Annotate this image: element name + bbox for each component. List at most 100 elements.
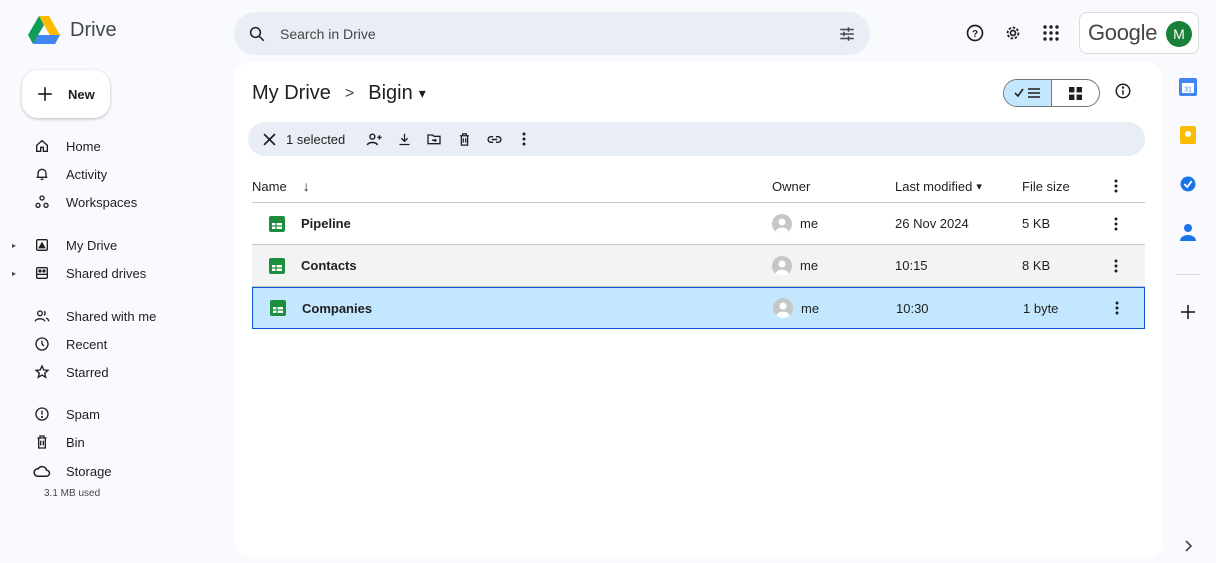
sidebar-item-label: Shared drives [66,265,147,281]
caret-right-icon[interactable]: ▸ [8,241,20,250]
close-icon[interactable] [258,132,280,146]
owner-avatar-icon [772,255,792,276]
column-header-owner[interactable]: Owner [772,179,810,194]
svg-text:?: ? [972,29,978,40]
help-icon[interactable]: ? [961,19,989,47]
apps-grid-icon[interactable] [1037,19,1065,47]
share-add-person-icon[interactable] [359,127,389,151]
sidebar-item-shared-with-me[interactable]: Shared with me [8,302,220,330]
file-name: Contacts [301,258,357,273]
info-icon[interactable] [1114,82,1132,100]
star-icon [32,362,52,382]
sort-arrow-icon[interactable]: ↓ [303,178,310,194]
svg-text:31: 31 [1184,87,1192,94]
more-vert-icon[interactable] [1114,217,1118,231]
sidebar-item-shared-drives[interactable]: ▸ Shared drives [8,259,220,287]
sidebar-item-label: Workspaces [66,194,138,210]
more-vert-icon[interactable] [1114,179,1118,193]
search-options-icon[interactable] [838,25,856,43]
move-to-folder-icon[interactable] [419,127,449,151]
sidebar-item-recent[interactable]: Recent [8,330,220,358]
my-drive-icon [32,235,52,255]
contacts-icon[interactable] [1178,222,1198,242]
cloud-icon [32,461,52,481]
download-icon[interactable] [389,127,419,151]
keep-icon[interactable] [1178,125,1198,145]
search-icon[interactable] [248,25,266,43]
owner-name: me [800,216,819,231]
trash-icon [32,432,52,452]
file-size: 1 byte [1023,300,1059,316]
caret-right-icon[interactable]: ▸ [8,269,20,278]
sidebar-item-home[interactable]: Home [8,132,220,160]
table-header: Name ↓ Owner Last modified ▾ File size [252,170,1145,203]
selection-toolbar: 1 selected [248,122,1145,156]
view-toggle[interactable] [1003,79,1100,107]
google-wordmark: Google [1088,20,1158,45]
table-row[interactable]: Companies me 10:30 1 byte [252,287,1145,329]
owner-avatar-icon [772,213,792,234]
file-size: 5 KB [1022,216,1051,231]
search-input[interactable]: Search in Drive [280,26,838,42]
breadcrumb-separator: > [344,84,355,102]
sidebar-item-label: Bin [66,434,85,450]
sidebar-item-storage[interactable]: Storage [8,457,220,485]
grid-view-icon [1069,86,1082,100]
new-button[interactable]: New [22,70,110,118]
breadcrumb-root[interactable]: My Drive [252,82,331,105]
sheets-file-icon [270,300,286,316]
account-switcher[interactable]: Google M [1079,12,1199,54]
table-row[interactable]: Contacts me 10:15 8 KB [252,245,1145,287]
selection-count: 1 selected [286,131,346,147]
column-header-name[interactable]: Name [252,179,287,194]
sidebar-item-my-drive[interactable]: ▸ My Drive [8,231,220,259]
link-icon[interactable] [479,127,509,151]
tasks-icon[interactable] [1178,174,1198,194]
sidebar-item-workspaces[interactable]: Workspaces [8,188,220,216]
owner-name: me [801,300,820,316]
drive-logo[interactable]: Drive [28,16,117,44]
more-vert-icon[interactable] [509,127,539,151]
sidebar-item-starred[interactable]: Starred [8,358,220,386]
spam-icon [32,404,52,424]
breadcrumb: My Drive > Bigin ▾ [252,82,426,105]
grid-view-button[interactable] [1052,80,1099,106]
column-header-last-modified[interactable]: Last modified [895,179,972,194]
settings-gear-icon[interactable] [999,19,1027,47]
file-table: Name ↓ Owner Last modified ▾ File size P… [252,170,1145,329]
sidebar-item-spam[interactable]: Spam [8,400,220,428]
list-view-button[interactable] [1004,80,1052,106]
sheets-file-icon [269,215,285,232]
main-panel: My Drive > Bigin ▾ 1 selected Name ↓ Own… [234,62,1163,557]
sidebar-item-label: Starred [66,364,109,380]
file-name: Pipeline [301,216,351,231]
last-modified: 26 Nov 2024 [895,216,969,231]
trash-icon[interactable] [449,127,479,151]
file-size: 8 KB [1022,258,1051,273]
sidebar-item-label: Recent [66,336,108,352]
home-icon [32,136,52,156]
table-row[interactable]: Pipeline me 26 Nov 2024 5 KB [252,203,1145,245]
clock-icon [32,334,52,354]
column-header-file-size[interactable]: File size [1022,179,1070,194]
avatar[interactable]: M [1166,21,1192,47]
plus-icon [38,87,52,101]
chevron-down-icon[interactable]: ▾ [419,85,426,102]
owner-avatar-icon [773,298,793,318]
sidebar-item-activity[interactable]: Activity [8,160,220,188]
sheets-file-icon [269,257,285,274]
storage-used-text: 3.1 MB used [44,488,101,499]
breadcrumb-current[interactable]: Bigin [368,82,412,105]
chevron-right-icon[interactable] [1178,536,1198,556]
chevron-down-icon[interactable]: ▾ [976,180,982,193]
more-vert-icon[interactable] [1115,301,1119,315]
add-addon-plus-icon[interactable] [1178,302,1198,322]
workspaces-icon [32,192,52,212]
sidebar-item-label: Spam [66,406,100,422]
list-view-icon [1013,88,1040,98]
calendar-icon[interactable]: 31 [1178,77,1198,97]
sidebar-item-label: My Drive [66,237,118,253]
search-bar[interactable]: Search in Drive [234,12,870,55]
more-vert-icon[interactable] [1114,259,1118,273]
sidebar-item-bin[interactable]: Bin [8,428,220,456]
